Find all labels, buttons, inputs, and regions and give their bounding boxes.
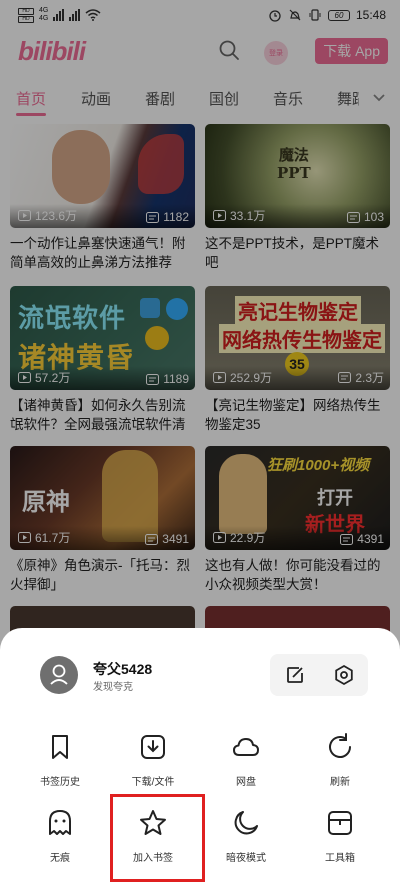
settings-button[interactable]: [331, 662, 357, 688]
menu-refresh[interactable]: 刷新: [300, 732, 380, 788]
menu-downloads[interactable]: 下载/文件: [113, 732, 193, 788]
download-icon: [141, 735, 165, 759]
user-subtitle: 发现夸克: [93, 682, 133, 693]
profile-actions: [270, 654, 368, 696]
user-icon: [50, 664, 68, 685]
avatar[interactable]: [40, 656, 78, 694]
user-profile-row[interactable]: 夸父5428 发现夸克: [40, 654, 370, 696]
menu-bookmark-history[interactable]: 书签历史: [20, 732, 100, 788]
edit-icon: [286, 667, 303, 683]
bookmark-icon: [52, 735, 68, 759]
menu-toolbox[interactable]: 工具箱: [300, 808, 380, 864]
edit-button[interactable]: [282, 662, 308, 688]
moon-icon: [234, 811, 258, 835]
refresh-icon: [329, 733, 351, 758]
highlight-annotation: [110, 794, 205, 882]
menu-incognito[interactable]: 无痕: [20, 808, 100, 864]
menu-cloud-drive[interactable]: 网盘: [206, 732, 286, 788]
user-name: 夸父5428: [93, 661, 153, 677]
menu-night-mode[interactable]: 暗夜模式: [206, 808, 286, 864]
toolbox-icon: [328, 811, 352, 835]
settings-icon: [334, 664, 353, 686]
cloud-icon: [233, 738, 259, 756]
ghost-icon: [49, 810, 71, 835]
